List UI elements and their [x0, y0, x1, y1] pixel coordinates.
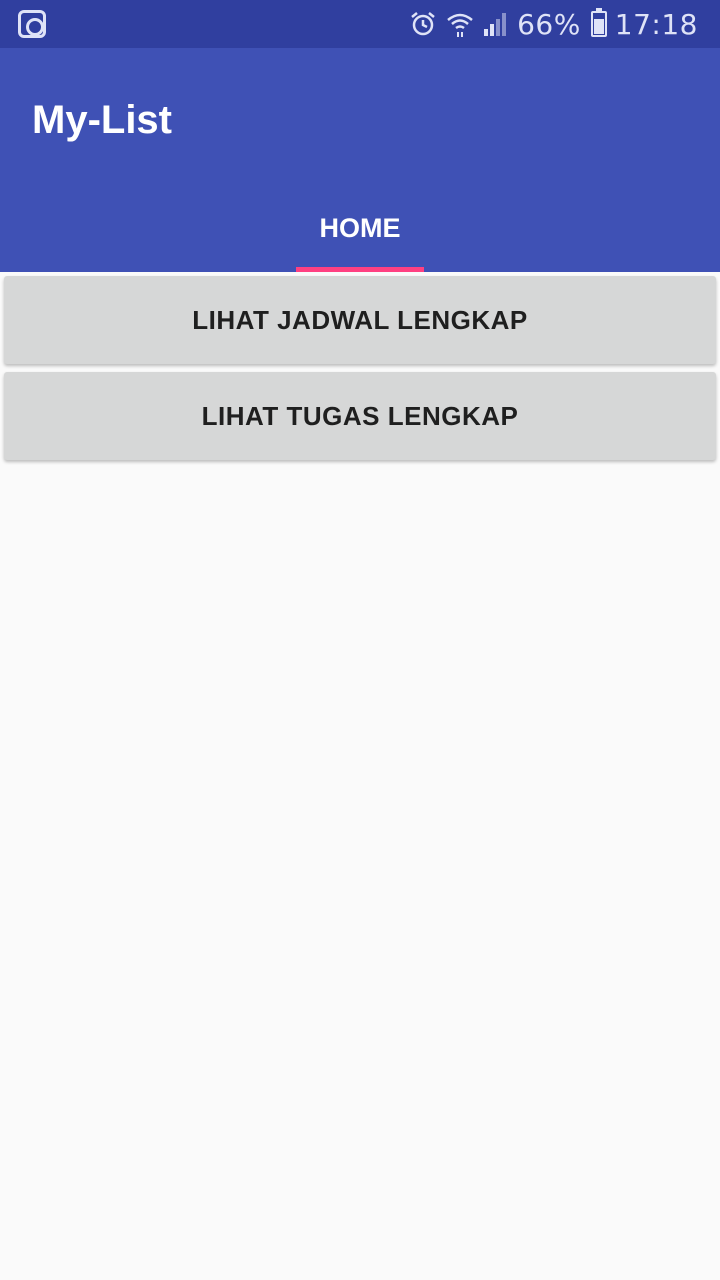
app-bar: My-List HOME	[0, 48, 720, 272]
lihat-tugas-button[interactable]: LIHAT TUGAS LENGKAP	[4, 372, 716, 460]
signal-icon	[484, 13, 507, 36]
alarm-icon	[411, 12, 435, 36]
tab-home-label: HOME	[319, 212, 401, 243]
clock: 17:18	[614, 7, 698, 41]
tab-home[interactable]: HOME	[296, 184, 424, 272]
media-notification-icon	[18, 10, 46, 38]
battery-icon	[590, 8, 607, 37]
battery-percent: 66%	[517, 7, 581, 41]
app-title: My-List	[32, 98, 172, 142]
tab-indicator	[296, 267, 424, 272]
wifi-icon	[447, 13, 473, 37]
lihat-jadwal-button[interactable]: LIHAT JADWAL LENGKAP	[4, 276, 716, 364]
lihat-tugas-label: LIHAT TUGAS LENGKAP	[201, 400, 519, 431]
lihat-jadwal-label: LIHAT JADWAL LENGKAP	[192, 304, 528, 335]
status-bar: 66% 17:18	[0, 0, 720, 48]
